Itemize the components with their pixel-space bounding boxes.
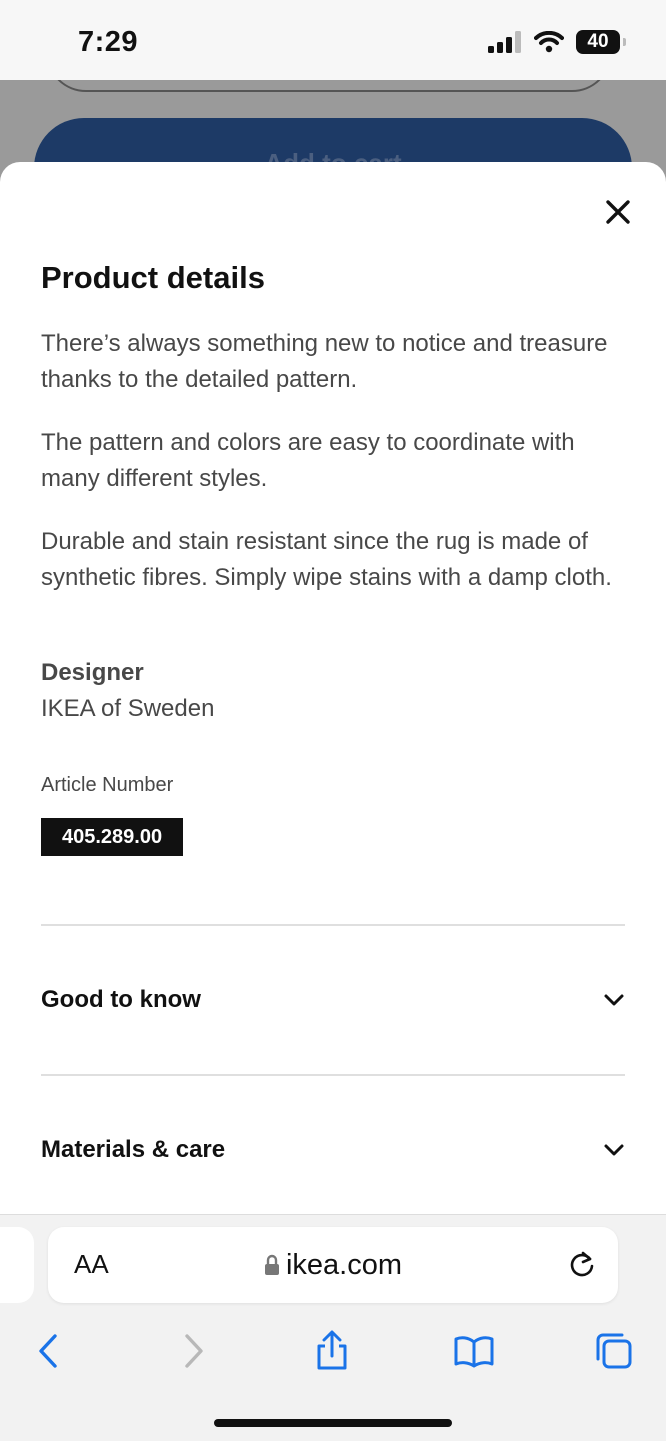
- share-button[interactable]: [302, 1321, 362, 1381]
- chevron-down-icon: [604, 1144, 624, 1156]
- designer-label: Designer: [41, 659, 144, 686]
- close-button[interactable]: [598, 192, 638, 232]
- bookmarks-button[interactable]: [444, 1321, 504, 1381]
- reload-button[interactable]: [568, 1249, 596, 1284]
- browser-toolbar: [0, 1321, 666, 1381]
- materials-care-accordion[interactable]: Materials & care: [41, 1120, 625, 1180]
- back-button[interactable]: [18, 1321, 78, 1381]
- share-icon: [317, 1330, 347, 1370]
- sheet-title: Product details: [41, 260, 265, 295]
- good-to-know-accordion[interactable]: Good to know: [41, 970, 625, 1030]
- article-number-badge: 405.289.00: [41, 818, 184, 856]
- description-paragraph: Durable and stain resistant since the ru…: [41, 528, 612, 591]
- divider: [41, 1074, 625, 1076]
- bookmarks-icon: [454, 1336, 494, 1368]
- article-number-label: Article Number: [41, 774, 174, 796]
- lock-icon: [264, 1254, 279, 1275]
- back-icon: [39, 1334, 57, 1368]
- url-text: ikea.com: [285, 1249, 403, 1281]
- reload-icon: [570, 1251, 594, 1277]
- url-display[interactable]: ikea.com: [48, 1249, 618, 1282]
- chevron-down-icon: [604, 994, 624, 1006]
- accordion-label: Good to know: [41, 986, 201, 1013]
- underlying-field: [46, 80, 612, 92]
- status-icons: 40: [488, 30, 626, 54]
- previous-tab-preview[interactable]: [0, 1227, 34, 1303]
- browser-chrome: AA ikea.com: [0, 1214, 666, 1441]
- home-indicator: [214, 1419, 452, 1427]
- address-bar[interactable]: AA ikea.com: [48, 1227, 618, 1303]
- tabs-button[interactable]: [584, 1321, 644, 1381]
- tabs-icon: [596, 1333, 632, 1369]
- status-bar: 7:29 40: [0, 0, 666, 80]
- divider: [41, 924, 625, 926]
- status-time: 7:29: [78, 26, 139, 58]
- forward-icon: [185, 1334, 203, 1368]
- description-paragraph: There’s always something new to notice a…: [41, 330, 608, 393]
- battery-icon: 40: [576, 30, 626, 54]
- cellular-signal-icon: [488, 31, 521, 53]
- product-details-sheet: Product details There’s always something…: [0, 162, 666, 1214]
- description-paragraph: The pattern and colors are easy to coord…: [41, 429, 575, 492]
- accordion-label: Materials & care: [41, 1136, 226, 1163]
- forward-button[interactable]: [164, 1321, 224, 1381]
- close-icon: [606, 200, 630, 224]
- designer-value: IKEA of Sweden: [41, 695, 215, 722]
- wifi-icon: [534, 31, 564, 53]
